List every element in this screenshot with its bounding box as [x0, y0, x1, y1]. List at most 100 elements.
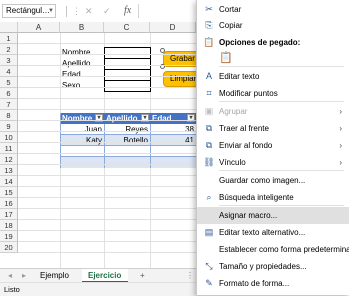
label-nombre: Nombre: [62, 48, 91, 57]
table-header-edad[interactable]: Edad ▾: [150, 113, 196, 124]
menu-item-label: Establecer como forma predeterminada: [219, 245, 349, 254]
row-header[interactable]: 19: [0, 231, 18, 242]
menu-item-modificar-puntos[interactable]: ⌗ Modificar puntos: [197, 85, 349, 102]
menu-item-traer-al-frente[interactable]: ⧉ Traer al frente ›: [197, 120, 349, 137]
row-header[interactable]: 17: [0, 209, 18, 220]
submenu-arrow-icon: ›: [339, 141, 342, 150]
row-header[interactable]: 13: [0, 165, 18, 176]
submenu-arrow-icon: ›: [339, 158, 342, 167]
menu-item-búsqueda-inteligente[interactable]: ⌕ Búsqueda inteligente: [197, 189, 349, 206]
table-cell[interactable]: Katy: [60, 135, 104, 146]
table-row[interactable]: [60, 146, 196, 157]
menu-item-label: Formato de forma...: [219, 279, 290, 288]
enter-icon[interactable]: ✓: [103, 6, 111, 17]
menu-item-formato-de-forma[interactable]: ✎ Formato de forma...: [197, 275, 349, 292]
paste-icon: 📋: [203, 37, 215, 47]
menu-separator: [219, 66, 344, 67]
formula-separator: [66, 6, 67, 17]
paste-option-icon: 📋: [219, 52, 233, 64]
row-header[interactable]: 10: [0, 132, 18, 143]
table-cell[interactable]: Botello: [104, 135, 150, 146]
edit-text-icon: A: [205, 71, 212, 81]
table-border: [60, 113, 61, 168]
table-cell[interactable]: Juan: [60, 124, 104, 135]
row-header[interactable]: 3: [0, 55, 18, 66]
scissors-icon: ✂: [205, 4, 213, 14]
table-header-apellido[interactable]: Apellido ▾: [104, 113, 150, 124]
menu-item-establecer-como-forma-predeterminada[interactable]: Establecer como forma predeterminada: [197, 241, 349, 258]
row-header[interactable]: 1: [0, 33, 18, 44]
menu-item-tamaño-y-propiedades[interactable]: ⤡ Tamaño y propiedades...: [197, 258, 349, 275]
group-icon: ▣: [204, 106, 214, 116]
row-header[interactable]: 6: [0, 88, 18, 99]
row-header[interactable]: 18: [0, 220, 18, 231]
bring-front-icon: ⧉: [205, 123, 213, 133]
row-header[interactable]: 9: [0, 121, 18, 132]
menu-separator: [219, 170, 344, 171]
row-header[interactable]: 15: [0, 187, 18, 198]
menu-item-cortar[interactable]: ✂ Cortar: [197, 1, 349, 18]
size-properties-icon: ⤡: [205, 261, 213, 271]
row-header[interactable]: 11: [0, 143, 18, 154]
row-header[interactable]: 16: [0, 198, 18, 209]
menu-item-label: Copiar: [219, 21, 243, 30]
menu-item-label: Búsqueda inteligente: [219, 193, 294, 202]
select-all-corner[interactable]: [0, 22, 18, 33]
name-box-dropdown-icon[interactable]: ▼: [48, 8, 54, 14]
menu-item-label: Guardar como imagen...: [219, 176, 306, 185]
column-header-d[interactable]: D: [150, 22, 196, 33]
table-header-label: Edad: [152, 114, 172, 123]
label-edad: Edad: [62, 70, 81, 79]
sheet-tab-ejemplo[interactable]: Ejemplo: [34, 269, 78, 283]
insert-function-button[interactable]: fx: [124, 5, 131, 16]
menu-item-copiar[interactable]: ⎘ Copiar: [197, 17, 349, 34]
column-header-a[interactable]: A: [18, 22, 60, 33]
table-header-nombre[interactable]: Nombre ▾: [60, 113, 104, 124]
formula-input[interactable]: [138, 4, 199, 18]
cancel-icon[interactable]: ✕: [85, 6, 93, 17]
menu-item-label: Vínculo: [219, 158, 246, 167]
menu-item-editar-texto-alternativo[interactable]: ▤ Editar texto alternativo...: [197, 224, 349, 241]
format-shape-icon: ✎: [205, 278, 213, 288]
label-sexo: Sexo: [62, 81, 81, 90]
table-header-label: Nombre: [62, 114, 93, 123]
menu-item-label: Modificar puntos: [219, 89, 278, 98]
table-cell[interactable]: Reyes: [104, 124, 150, 135]
table-row[interactable]: [60, 157, 196, 168]
column-header-c[interactable]: C: [104, 22, 150, 33]
menu-item-opciones-de-pegado: 📋 Opciones de pegado:: [197, 34, 349, 51]
row-header[interactable]: 12: [0, 154, 18, 165]
table-cell[interactable]: 38: [150, 124, 196, 135]
menu-item-guardar-como-imagen[interactable]: Guardar como imagen...: [197, 172, 349, 189]
menu-item-enviar-al-fondo[interactable]: ⧉ Enviar al fondo ›: [197, 137, 349, 154]
send-back-icon: ⧉: [205, 140, 213, 150]
selection-handle[interactable]: [160, 48, 165, 53]
alt-text-icon: ▤: [204, 227, 214, 237]
menu-item-agrupar[interactable]: ▣ Agrupar ›: [197, 103, 349, 120]
row-header[interactable]: 2: [0, 44, 18, 55]
menu-item-label: Editar texto alternativo...: [219, 228, 306, 237]
sheet-tab-ejercicio[interactable]: Ejercicio: [82, 269, 128, 283]
label-apellido: Apellido: [62, 59, 91, 68]
next-sheet-icon[interactable]: ▸: [16, 269, 32, 283]
link-icon: ⛓: [203, 157, 215, 167]
row-header[interactable]: 4: [0, 66, 18, 77]
menu-separator: [219, 222, 344, 223]
paste-option-button[interactable]: 📋: [197, 50, 349, 67]
table-header-label: Apellido: [106, 114, 138, 123]
menu-item-label: Traer al frente: [219, 124, 269, 133]
menu-item-vínculo[interactable]: ⛓ Vínculo ›: [197, 154, 349, 171]
row-header[interactable]: 14: [0, 176, 18, 187]
menu-item-editar-texto[interactable]: A Editar texto: [197, 68, 349, 85]
limpiar-button[interactable]: Limpiar: [163, 71, 199, 87]
row-header[interactable]: 8: [0, 110, 18, 121]
column-header-b[interactable]: B: [60, 22, 104, 33]
table-cell[interactable]: 41: [150, 135, 196, 146]
copy-icon: ⎘: [205, 20, 213, 30]
row-header[interactable]: 5: [0, 77, 18, 88]
input-cell-sexo[interactable]: [104, 80, 151, 92]
status-text: Listo: [4, 285, 20, 294]
add-sheet-icon[interactable]: +: [134, 269, 151, 283]
row-header[interactable]: 7: [0, 99, 18, 110]
row-header[interactable]: 20: [0, 242, 18, 253]
